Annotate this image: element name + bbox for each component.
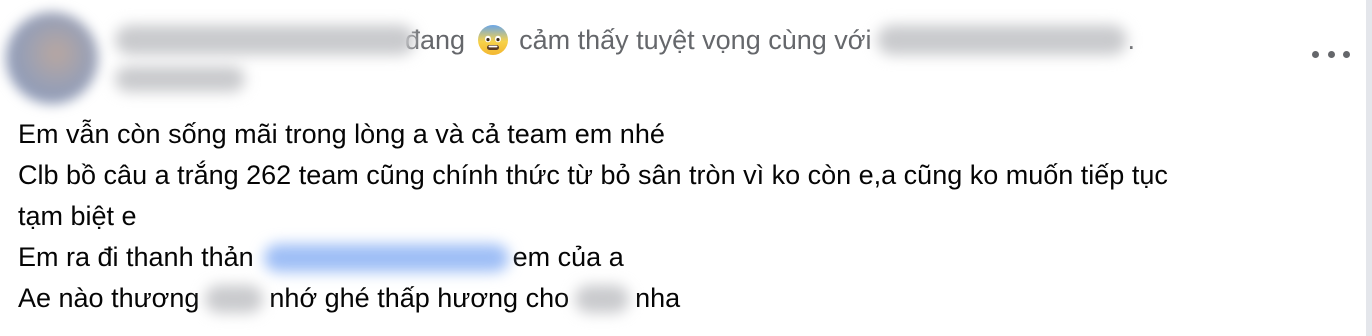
post-line: tạm biệt e xyxy=(18,196,1168,237)
post-text: nhớ ghé thấp hương cho xyxy=(269,283,570,313)
scrollbar-edge xyxy=(1366,0,1372,336)
post-line: Em ra đi thanh thản em của a xyxy=(18,237,1168,278)
mention-link-redacted[interactable] xyxy=(263,243,509,272)
author-avatar[interactable] xyxy=(6,12,98,104)
anxious-face-icon xyxy=(478,25,509,55)
post-text: Ae nào thương xyxy=(18,283,200,313)
post-line: Ae nào thương nhớ ghé thấp hương cho nha xyxy=(18,278,1168,319)
post-text: Em vẫn còn sống mãi trong lòng a và cả t… xyxy=(18,119,665,149)
name-redacted xyxy=(575,284,630,313)
facebook-post: đang cảm thấy tuyệt vọng cùng với . Em v… xyxy=(0,0,1372,336)
feeling-text: cảm thấy tuyệt vọng cùng với xyxy=(519,24,872,55)
dot xyxy=(1327,50,1335,58)
dot xyxy=(1343,50,1350,58)
tagged-person-redacted[interactable] xyxy=(877,25,1128,55)
post-text: Em ra đi thanh thản xyxy=(18,242,254,272)
more-options-icon[interactable] xyxy=(1308,40,1354,68)
post-text: em của a xyxy=(512,242,624,272)
dot xyxy=(1312,50,1319,58)
post-text: Clb bồ câu a trắng 262 team cũng chính t… xyxy=(18,160,1168,190)
name-redacted xyxy=(205,284,264,313)
post-text: nha xyxy=(635,283,681,313)
post-text: tạm biệt e xyxy=(18,201,137,231)
post-body: Em vẫn còn sống mãi trong lòng a và cả t… xyxy=(18,114,1168,319)
post-timestamp-redacted[interactable] xyxy=(115,66,245,92)
header-period: . xyxy=(1127,24,1135,55)
post-line: Clb bồ câu a trắng 262 team cũng chính t… xyxy=(18,155,1168,196)
post-line: Em vẫn còn sống mãi trong lòng a và cả t… xyxy=(18,114,1168,155)
author-name-redacted[interactable] xyxy=(115,25,415,55)
post-header: đang cảm thấy tuyệt vọng cùng với . xyxy=(115,18,1135,62)
